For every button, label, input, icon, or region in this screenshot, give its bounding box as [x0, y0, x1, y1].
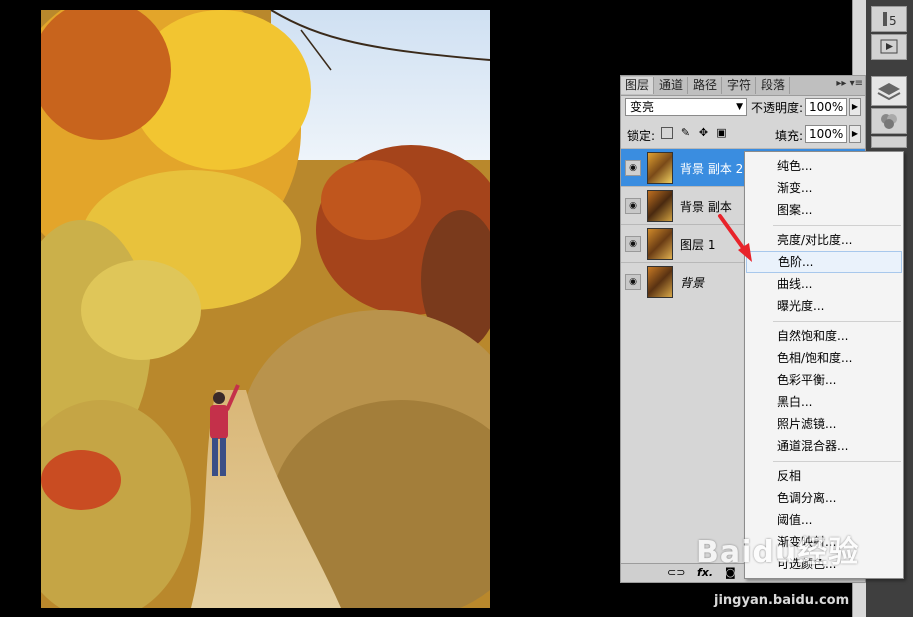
opacity-input[interactable]: 100% [805, 98, 847, 116]
layer-name: 图层 1 [680, 238, 716, 252]
menu-separator [773, 225, 901, 226]
canvas-photo[interactable] [41, 10, 490, 608]
eye-icon[interactable]: ◉ [625, 274, 641, 290]
baidu-watermark-url: jingyan.baidu.com [714, 593, 850, 608]
menu-item-solid-color[interactable]: 纯色... [746, 155, 902, 177]
channels-panel-icon[interactable] [871, 108, 907, 134]
lock-all-icon[interactable]: ▣ [715, 126, 728, 139]
eye-icon[interactable]: ◉ [625, 198, 641, 214]
panel-tabs: 图层 通道 路径 字符 段落 ▸▸ ▾≡ [621, 76, 865, 96]
tab-paragraph[interactable]: 段落 [757, 77, 791, 94]
menu-item-exposure[interactable]: 曝光度... [746, 295, 902, 317]
menu-item-pattern[interactable]: 图案... [746, 199, 902, 221]
lock-transparency-icon[interactable] [661, 127, 673, 139]
layers-panel-icon[interactable] [871, 76, 907, 106]
link-layers-icon[interactable]: ⊂⊃ [667, 566, 685, 579]
menu-separator [773, 321, 901, 322]
adjustment-layer-menu: 纯色... 渐变... 图案... 亮度/对比度... 色阶... 曲线... … [744, 151, 904, 579]
layer-thumbnail [647, 228, 673, 260]
lock-brush-icon[interactable]: ✎ [679, 126, 692, 139]
fill-slider-arrow-icon[interactable]: ▶ [849, 125, 861, 143]
opacity-label: 不透明度: [751, 101, 804, 115]
menu-separator [773, 461, 901, 462]
opacity-slider-arrow-icon[interactable]: ▶ [849, 98, 861, 116]
panel-menu-icon[interactable]: ▸▸ ▾≡ [836, 78, 863, 89]
menu-item-posterize[interactable]: 色调分离... [746, 487, 902, 509]
lock-label: 锁定: [627, 129, 656, 143]
tab-character[interactable]: 字符 [723, 77, 757, 94]
svg-text:5: 5 [889, 14, 897, 28]
baidu-watermark-logo: Baidu经验 [696, 535, 860, 570]
menu-item-photo-filter[interactable]: 照片滤镜... [746, 413, 902, 435]
autumn-trail-photo [41, 10, 490, 608]
fill-label: 填充: [775, 129, 804, 143]
tab-layers[interactable]: 图层 [621, 77, 655, 94]
paths-panel-icon[interactable] [871, 136, 907, 148]
menu-item-levels[interactable]: 色阶... [746, 251, 902, 273]
menu-item-hue-saturation[interactable]: 色相/饱和度... [746, 347, 902, 369]
menu-item-channel-mixer[interactable]: 通道混合器... [746, 435, 902, 457]
history-icon[interactable]: 5 [871, 6, 907, 32]
layer-name: 背景 [680, 276, 705, 290]
layer-thumbnail [647, 190, 673, 222]
menu-item-gradient[interactable]: 渐变... [746, 177, 902, 199]
tab-paths[interactable]: 路径 [689, 77, 723, 94]
fill-input[interactable]: 100% [805, 125, 847, 143]
layer-thumbnail [647, 266, 673, 298]
actions-play-icon[interactable] [871, 34, 907, 60]
menu-item-curves[interactable]: 曲线... [746, 273, 902, 295]
menu-item-black-white[interactable]: 黑白... [746, 391, 902, 413]
lock-move-icon[interactable]: ✥ [697, 126, 710, 139]
layer-name: 背景 副本 2 [680, 162, 744, 176]
blend-mode-value: 变亮 [630, 100, 655, 114]
menu-item-color-balance[interactable]: 色彩平衡... [746, 369, 902, 391]
menu-item-vibrance[interactable]: 自然饱和度... [746, 325, 902, 347]
menu-item-brightness-contrast[interactable]: 亮度/对比度... [746, 229, 902, 251]
tab-channels[interactable]: 通道 [655, 77, 689, 94]
eye-icon[interactable]: ◉ [625, 160, 641, 176]
layer-thumbnail [647, 152, 673, 184]
red-arrow-annotation [718, 214, 752, 262]
eye-icon[interactable]: ◉ [625, 236, 641, 252]
menu-item-invert[interactable]: 反相 [746, 465, 902, 487]
blend-mode-select[interactable]: 变亮 ▼ [625, 98, 747, 116]
chevron-down-icon: ▼ [736, 102, 743, 112]
